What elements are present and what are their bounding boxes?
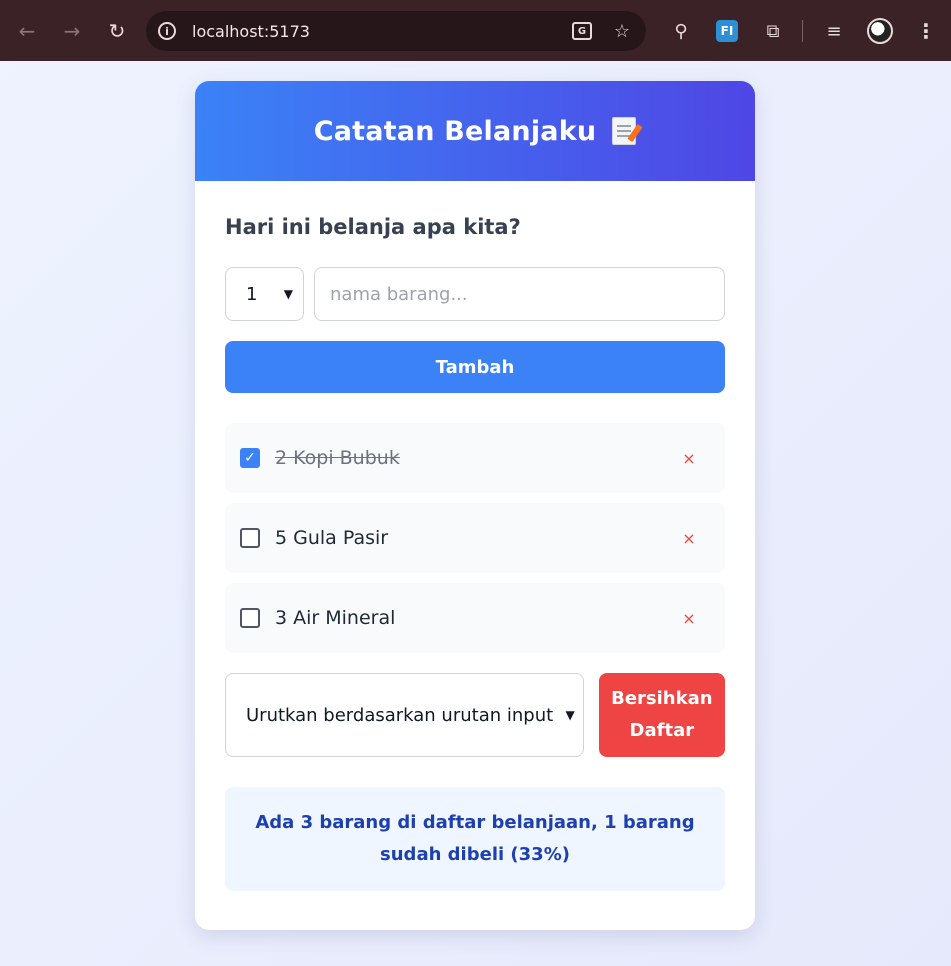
forward-icon[interactable]: → bbox=[55, 14, 89, 48]
list-item: ✓ 2 Kopi Bubuk × bbox=[225, 423, 725, 493]
sort-value: Urutkan berdasarkan urutan input bbox=[246, 704, 554, 726]
bookmark-star-icon[interactable]: ☆ bbox=[610, 19, 634, 43]
page-title: Catatan Belanjaku bbox=[313, 115, 597, 147]
extensions-puzzle-icon[interactable]: ⧉ bbox=[756, 14, 790, 48]
profile-avatar[interactable] bbox=[863, 14, 897, 48]
item-checkbox[interactable]: ✓ bbox=[240, 448, 260, 468]
card-header: Catatan Belanjaku bbox=[195, 81, 755, 181]
delete-icon[interactable]: × bbox=[674, 529, 704, 548]
back-icon[interactable]: ← bbox=[10, 14, 44, 48]
add-button[interactable]: Tambah bbox=[225, 341, 725, 393]
list-item: 3 Air Mineral × bbox=[225, 583, 725, 653]
sort-select[interactable]: Urutkan berdasarkan urutan input ▼ bbox=[225, 673, 584, 757]
item-name-input[interactable] bbox=[314, 267, 725, 321]
stats-text: Ada 3 barang di daftar belanjaan, 1 bara… bbox=[255, 812, 695, 865]
chevron-down-icon: ▼ bbox=[565, 708, 575, 722]
address-bar[interactable]: i localhost:5173 G ☆ bbox=[146, 11, 646, 51]
media-queue-icon[interactable]: ≡ bbox=[817, 14, 851, 48]
site-info-icon[interactable]: i bbox=[158, 22, 176, 40]
item-label: 5 Gula Pasir bbox=[275, 527, 389, 549]
translate-icon[interactable]: G bbox=[570, 19, 594, 43]
item-checkbox[interactable] bbox=[240, 528, 260, 548]
delete-icon[interactable]: × bbox=[674, 449, 704, 468]
item-label: 3 Air Mineral bbox=[275, 607, 396, 629]
item-list: ✓ 2 Kopi Bubuk × 5 Gula Pasir × 3 Air Mi… bbox=[225, 423, 725, 653]
form-prompt: Hari ini belanja apa kita? bbox=[225, 215, 521, 239]
shopping-list-card: Catatan Belanjaku Hari ini belanja apa k… bbox=[195, 81, 755, 930]
quantity-select[interactable]: 1 ▼ bbox=[225, 267, 304, 321]
clear-list-button[interactable]: Bersihkan Daftar bbox=[598, 673, 725, 757]
zoom-icon[interactable]: ⚲ bbox=[664, 14, 698, 48]
toolbar-divider bbox=[802, 20, 803, 42]
stats-summary: Ada 3 barang di daftar belanjaan, 1 bara… bbox=[225, 787, 725, 891]
add-item-form: 1 ▼ bbox=[225, 267, 725, 321]
delete-icon[interactable]: × bbox=[674, 609, 704, 628]
clear-label-line2: Daftar bbox=[629, 720, 695, 741]
browser-toolbar: ← → ↻ i localhost:5173 G ☆ ⚲ FI ⧉ ≡ ⋮ bbox=[0, 0, 951, 61]
quantity-value: 1 bbox=[246, 283, 258, 305]
url-text[interactable]: localhost:5173 bbox=[192, 22, 554, 41]
list-item: 5 Gula Pasir × bbox=[225, 503, 725, 573]
chevron-down-icon: ▼ bbox=[283, 287, 293, 301]
reload-icon[interactable]: ↻ bbox=[100, 14, 134, 48]
clear-label-line1: Bersihkan bbox=[611, 688, 713, 709]
item-checkbox[interactable] bbox=[240, 608, 260, 628]
item-label: 2 Kopi Bubuk bbox=[275, 447, 400, 469]
extension-fi-icon[interactable]: FI bbox=[710, 14, 744, 48]
memo-icon bbox=[612, 117, 637, 145]
menu-kebab-icon[interactable]: ⋮ bbox=[909, 14, 943, 48]
list-actions: Urutkan berdasarkan urutan input ▼ Bersi… bbox=[225, 673, 725, 757]
